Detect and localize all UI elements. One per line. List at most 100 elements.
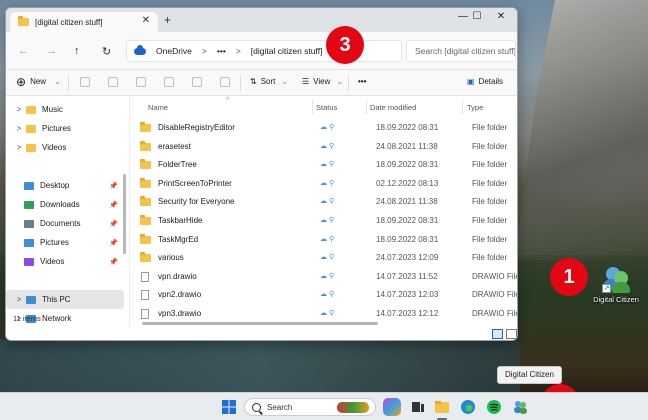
table-row[interactable]: FolderTree ☁ ⚲ 18.09.2022 08:31 File folder (136, 155, 517, 174)
search-highlight-icon (337, 402, 369, 413)
sidebar-item-downloads[interactable]: Downloads 📌 (6, 195, 124, 214)
sidebar-item-music[interactable]: > Music (6, 100, 124, 119)
taskbar-search-box[interactable]: Search (244, 398, 376, 416)
details-pane-icon: ▣ (467, 77, 475, 86)
chevron-right-icon[interactable]: > (12, 124, 26, 133)
maximize-button[interactable]: ☐ (466, 11, 488, 22)
chevron-right-icon[interactable]: > (12, 295, 26, 304)
sync-status-icon: ☁ ⚲ (320, 217, 335, 224)
breadcrumb-onedrive[interactable]: OneDrive (156, 46, 192, 56)
large-icons-view-icon[interactable] (506, 329, 517, 339)
table-row[interactable]: DisableRegistryEditor ☁ ⚲ 18.09.2022 08:31… (136, 118, 517, 137)
desktop-shortcut-digital-citizen[interactable]: ↗ Digital Citizen (590, 265, 642, 304)
digital-citizen-app-icon[interactable] (511, 398, 529, 416)
search-input[interactable]: Search [digital citizen stuff] (406, 40, 516, 62)
edge-icon[interactable] (459, 398, 477, 416)
sidebar-item-pictures[interactable]: Pictures 📌 (6, 233, 124, 252)
column-date-modified[interactable]: Date modified (370, 103, 416, 112)
file-name: vpn3.drawio (158, 309, 202, 318)
sidebar-item-this-pc[interactable]: > This PC (6, 290, 124, 309)
sidebar-item-pictures[interactable]: > Pictures (6, 119, 124, 138)
close-tab-icon[interactable]: ✕ (142, 15, 150, 26)
more-options-button[interactable]: ••• (358, 77, 366, 86)
column-status[interactable]: Status (316, 103, 337, 112)
sidebar-item-desktop[interactable]: Desktop 📌 (6, 176, 124, 195)
folder-icon (140, 215, 151, 225)
pin-icon[interactable]: 📌 (109, 201, 118, 209)
table-row[interactable]: TaskbarHide ☁ ⚲ 18.09.2022 08:31 File folde… (136, 211, 517, 230)
rename-icon[interactable] (164, 77, 174, 87)
sidebar-item-label: Pictures (40, 238, 69, 247)
file-name: vpn2.drawio (158, 290, 202, 300)
sidebar-scrollbar[interactable] (123, 174, 126, 254)
date-modified: 02.12.2022 08:13 (376, 178, 439, 188)
pin-icon[interactable]: 📌 (109, 258, 118, 266)
copy-icon[interactable] (108, 77, 118, 87)
breadcrumb-current-folder[interactable]: [digital citizen stuff] (251, 46, 323, 56)
column-name[interactable]: Name (148, 103, 168, 112)
task-view-icon[interactable] (409, 398, 427, 416)
delete-icon[interactable] (220, 77, 230, 87)
table-row[interactable]: vpn2.drawio ☁ ⚲ 14.07.2023 12:03 DRAWIO Fil… (136, 285, 518, 304)
chevron-right-icon[interactable]: > (12, 105, 26, 114)
file-type: File folder (472, 141, 508, 151)
table-row[interactable]: vpn.drawio ☁ ⚲ 14.07.2023 11:52 DRAWIO File (136, 267, 517, 286)
close-window-button[interactable]: ✕ (490, 11, 512, 22)
sort-chevron-icon: ^ (226, 95, 230, 104)
pin-icon[interactable]: 📌 (109, 239, 118, 247)
pin-icon[interactable]: 📌 (109, 182, 118, 190)
chevron-right-icon[interactable]: > (12, 143, 26, 152)
sort-button[interactable]: ⇅ Sort ⌄ (250, 77, 288, 86)
pin-icon[interactable]: 📌 (109, 220, 118, 228)
start-icon[interactable] (220, 398, 238, 416)
file-icon (141, 309, 149, 319)
breadcrumb-more[interactable]: ••• (217, 46, 226, 56)
file-type: DRAWIO File (472, 290, 518, 300)
table-row[interactable]: vpn3.drawio ☁ ⚲ 14.07.2023 12:12 DRAWIO Fil… (136, 304, 517, 323)
table-row[interactable]: various ☁ ⚲ 24.07.2023 12:09 File folder (136, 248, 517, 267)
view-button[interactable]: ☰ View ⌄ (302, 77, 343, 86)
new-tab-button[interactable]: + (164, 13, 171, 27)
file-type: File folder (472, 253, 508, 263)
new-button[interactable]: ⊕ New ⌄ (16, 74, 61, 89)
sidebar-item-documents[interactable]: Documents 📌 (6, 214, 124, 233)
folder-icon (140, 140, 151, 151)
details-button[interactable]: ▣ Details (467, 77, 503, 86)
table-row[interactable]: Security for Everyone ☁ ⚲ 24.08.2021 11:38… (136, 192, 517, 211)
horizontal-scrollbar[interactable] (142, 322, 378, 325)
cut-icon[interactable] (80, 77, 90, 87)
people-icon: ↗ (602, 265, 630, 293)
sync-status-icon: ☁ ⚲ (320, 235, 335, 243)
up-button[interactable]: ↑ (74, 45, 80, 57)
sync-status-icon: ☁ ⚲ (320, 161, 335, 169)
column-type[interactable]: Type (467, 103, 483, 112)
file-name: TaskMgrEd (158, 234, 199, 244)
table-row[interactable]: TaskMgrEd ☁ ⚲ 18.09.2022 08:31 File folder (136, 230, 517, 249)
sidebar-item-videos[interactable]: > Videos (6, 138, 124, 157)
file-type: File folder (472, 234, 508, 244)
refresh-button[interactable]: ↻ (102, 45, 111, 58)
file-name: erasetest (158, 141, 191, 151)
sync-status-icon: ☁ ⚲ (320, 310, 335, 317)
table-row[interactable]: erasetest ☁ ⚲ 24.08.2021 11:38 File folder (136, 137, 517, 156)
forward-button[interactable]: → (46, 45, 57, 57)
folder-icon (24, 219, 34, 228)
spotify-icon[interactable] (485, 398, 503, 416)
file-name: FolderTree (158, 160, 197, 170)
sidebar-item-label: Pictures (42, 124, 71, 133)
file-type: File folder (472, 197, 508, 207)
sidebar-item-label: Videos (42, 143, 67, 152)
share-icon[interactable] (192, 77, 202, 87)
table-row[interactable]: PrintScreenToPrinter ☁ ⚲ 02.12.2022 08:13 F… (136, 174, 517, 193)
paste-icon[interactable] (136, 77, 146, 87)
copilot-icon[interactable] (383, 398, 401, 416)
sync-status-icon: ☁ ⚲ (320, 291, 335, 299)
tab-digital-citizen-stuff[interactable]: [digital citizen stuff] ✕ (10, 12, 158, 32)
back-button[interactable]: ← (18, 45, 29, 57)
breadcrumb-separator: > (235, 46, 241, 56)
file-explorer-icon[interactable] (433, 398, 451, 416)
details-view-icon[interactable] (492, 329, 503, 339)
folder-icon (140, 159, 151, 170)
plus-icon: ⊕ (16, 74, 27, 89)
sidebar-item-videos[interactable]: Videos 📌 (6, 252, 124, 271)
